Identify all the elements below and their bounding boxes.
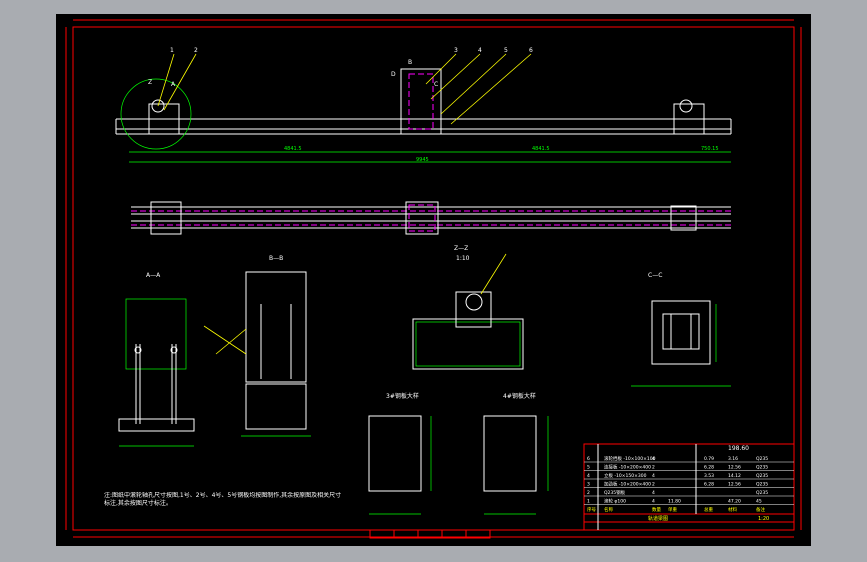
bom-cell: Q235钢板 [604, 489, 626, 496]
section-zz-label: Z—Z [454, 245, 468, 252]
plate2-label: 4#钢板大样 [503, 392, 536, 400]
bom-cell: 3 [587, 482, 590, 488]
bom-cell: Q235 [756, 465, 768, 471]
section-zz-scale: 1:10 [456, 255, 470, 262]
label-b: B [408, 59, 412, 66]
bom-cell: 3.53 [704, 473, 714, 479]
dim-left-span: 4841.5 [284, 146, 302, 152]
bom-cell: 14.12 [728, 473, 741, 479]
drawing-scale: 1:20 [758, 516, 769, 522]
section-bb-label: B—B [269, 255, 283, 262]
balloon-6: 6 [529, 47, 533, 54]
balloon-4: 4 [478, 47, 482, 54]
bom-cell: 立板 -10×150×300 [604, 472, 647, 479]
bom-cell: 45 [756, 499, 762, 505]
label-z: Z [148, 79, 152, 86]
bom-cell: 4 [652, 456, 655, 462]
plate-detail-4: 4#钢板大样 [483, 392, 549, 515]
bom-cell: 6.28 [704, 482, 714, 488]
dim-overall: 9945 [416, 157, 429, 163]
section-aa-label: A—A [146, 272, 161, 279]
bom-header-cell: 备注 [756, 506, 765, 513]
section-cc: C—C [631, 272, 731, 387]
bom-cell: 2 [652, 482, 655, 488]
bill-of-materials: 6 滚轮挡板 -10×100×1004 0.79 3.16 Q2355 连接板 -10×2… [584, 455, 794, 513]
bom-header-cell: 序号 [587, 506, 596, 513]
bom-cell: 加劲板 -10×200×400 [604, 481, 651, 488]
plate1-label: 3#钢板大样 [386, 392, 419, 400]
balloon-2: 2 [194, 47, 198, 54]
bom-cell: 0.79 [704, 456, 714, 462]
bom-cell: 2 [587, 490, 590, 496]
section-zz: Z—Z 1:10 [412, 245, 524, 370]
drawing-name: 轨道梁图 [648, 515, 668, 522]
bom-header-cell: 总重 [704, 506, 713, 513]
bom-cell: 4 [652, 499, 655, 505]
bom-header-cell: 名称 [604, 506, 613, 513]
balloon-3: 3 [454, 47, 458, 54]
drawing-canvas: .fr { stroke:#ff0000; fill:none; stroke-… [65, 19, 802, 539]
bom-cell: Q235 [756, 473, 768, 479]
bom-cell: Q235 [756, 482, 768, 488]
bom-cell: Q235 [756, 490, 768, 496]
cad-viewport[interactable]: .fr { stroke:#ff0000; fill:none; stroke-… [0, 0, 867, 562]
total-weight: 198.60 [728, 445, 749, 452]
bom-cell: 11.80 [668, 499, 681, 505]
dim-end: 750.15 [701, 146, 719, 152]
bom-cell: 47.20 [728, 499, 741, 505]
dim-right-span: 4841.5 [532, 146, 550, 152]
bom-cell: 4 [652, 473, 655, 479]
bom-cell: 5 [587, 465, 590, 471]
label-c: C [434, 81, 438, 88]
bom-cell: 12.56 [728, 482, 741, 488]
bom-header-cell: 单重 [668, 506, 677, 513]
section-bb: B—B [203, 255, 311, 437]
bom-cell: 连接板 -10×200×400 [604, 464, 651, 471]
drawing-border [72, 26, 795, 531]
balloon-1: 1 [170, 47, 174, 54]
section-cc-label: C—C [648, 272, 662, 279]
bom-cell: 6.28 [704, 465, 714, 471]
plan-view [131, 201, 731, 235]
bom-cell: 12.56 [728, 465, 741, 471]
bom-cell: 滚轮 φ100 [604, 498, 626, 505]
label-d: D [391, 71, 396, 78]
bom-cell: 2 [652, 465, 655, 471]
bom-header-cell: 数量 [652, 506, 661, 513]
bom-cell: 4 [587, 473, 590, 479]
drawing-sheet: .fr { stroke:#ff0000; fill:none; stroke-… [56, 14, 811, 546]
bom-cell: 6 [587, 456, 590, 462]
bom-header-cell: 材料 [728, 506, 737, 513]
drawing-note-wrapper: 注:图纸中滚轮轴孔尺寸按图,1号、2号、4号、5号钢板均按图制作,其余按原图及相… [104, 492, 342, 507]
balloon-5: 5 [504, 47, 508, 54]
bom-cell: 滚轮挡板 -10×100×100 [604, 455, 656, 462]
bom-cell: 3.16 [728, 456, 738, 462]
bom-cell: 4 [652, 490, 655, 496]
section-aa: A—A [118, 272, 195, 447]
bom-cell: 1 [587, 499, 590, 505]
drawing-note: 注:图纸中滚轮轴孔尺寸按图,1号、2号、4号、5号钢板均按图制作,其余按原图及相… [104, 492, 342, 507]
bom-cell: Q235 [756, 456, 768, 462]
elevation-view: 4841.5 4841.5 9945 750.15 1 2 3 4 5 6 Z … [115, 47, 732, 163]
plate-detail-3: 3#钢板大样 [368, 392, 432, 515]
